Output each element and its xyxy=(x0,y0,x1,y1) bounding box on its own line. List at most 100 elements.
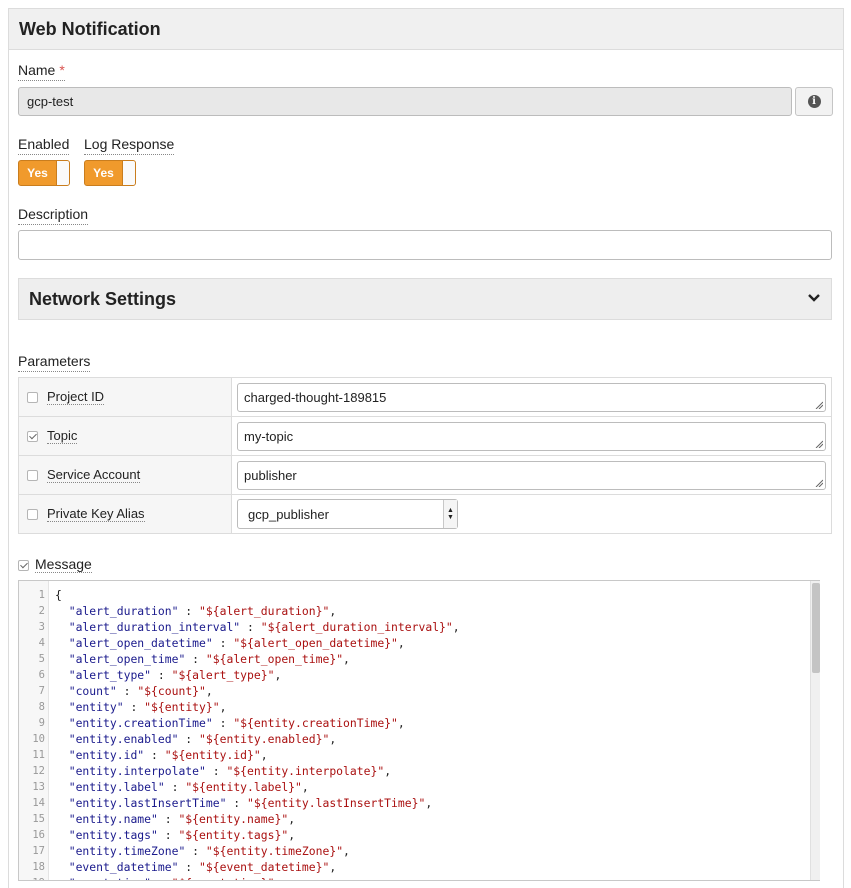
line-number: 7 xyxy=(38,685,45,697)
name-label: Name * xyxy=(18,62,65,81)
resize-grip-icon[interactable] xyxy=(815,440,823,448)
code-line: 12 "entity.interpolate" : "${entity.inte… xyxy=(19,763,807,779)
name-field[interactable]: gcp-test xyxy=(18,87,792,116)
line-number: 11 xyxy=(32,749,45,761)
param-value-cell: publisher xyxy=(231,455,832,495)
project-id-label: Project ID xyxy=(47,389,105,405)
code-text: "alert_duration" : "${alert_duration}", xyxy=(68,604,337,618)
message-code-editor[interactable]: 1{2 "alert_duration" : "${alert_duration… xyxy=(18,580,820,881)
json-key: "entity.id" xyxy=(68,748,145,762)
description-field[interactable] xyxy=(18,230,832,260)
service-account-checkbox[interactable] xyxy=(27,469,38,481)
json-key: "alert_duration" xyxy=(68,604,179,618)
json-value: "${entity.enabled}" xyxy=(199,732,330,746)
line-number: 15 xyxy=(32,813,45,825)
scrollbar-thumb[interactable] xyxy=(812,583,820,673)
enabled-toggle-label: Yes xyxy=(27,166,48,180)
param-value-cell: charged-thought-189815 xyxy=(231,377,832,417)
json-key: "entity.creationTime" xyxy=(68,716,213,730)
code-line: 2 "alert_duration" : "${alert_duration}"… xyxy=(19,603,807,619)
param-name-cell: Private Key Alias xyxy=(18,494,232,534)
parameters-label: Parameters xyxy=(18,353,91,372)
code-line: 17 "entity.timeZone" : "${entity.timeZon… xyxy=(19,843,807,859)
log-response-toggle-label: Yes xyxy=(93,166,114,180)
code-text: { xyxy=(55,588,62,602)
param-name-cell: Project ID xyxy=(18,377,232,417)
code-text: "entity.timeZone" : "${entity.timeZone}"… xyxy=(68,844,350,858)
json-value: "${alert_duration}" xyxy=(199,604,330,618)
json-value: "${event_datetime}" xyxy=(199,860,330,874)
table-row: Private Key Alias gcp_publisher ▲ ▼ xyxy=(18,494,832,534)
enabled-toggle[interactable]: Yes xyxy=(18,160,70,186)
json-value: "${event_time}" xyxy=(172,876,275,880)
private-key-alias-select[interactable]: gcp_publisher ▲ ▼ xyxy=(237,499,458,529)
json-key: "entity.tags" xyxy=(68,828,158,842)
json-key: "entity.lastInsertTime" xyxy=(68,796,227,810)
json-value: "${entity.lastInsertTime}" xyxy=(247,796,426,810)
code-line: 11 "entity.id" : "${entity.id}", xyxy=(19,747,807,763)
private-key-alias-checkbox[interactable] xyxy=(27,508,38,520)
json-key: "entity" xyxy=(68,700,124,714)
line-number: 8 xyxy=(38,701,45,713)
description-label: Description xyxy=(18,206,89,225)
code-lines: 1{2 "alert_duration" : "${alert_duration… xyxy=(19,587,807,880)
code-text: "event_datetime" : "${event_datetime}", xyxy=(68,860,337,874)
json-value: "${entity.name}" xyxy=(178,812,289,826)
json-key: "count" xyxy=(68,684,117,698)
line-number: 14 xyxy=(32,797,45,809)
code-text: "entity.id" : "${entity.id}", xyxy=(68,748,268,762)
json-value: "${count}" xyxy=(137,684,206,698)
code-line: 7 "count" : "${count}", xyxy=(19,683,807,699)
enabled-label: Enabled xyxy=(18,136,70,155)
code-line: 8 "entity" : "${entity}", xyxy=(19,699,807,715)
json-key: "entity.label" xyxy=(68,780,165,794)
json-key: "event_datetime" xyxy=(68,860,179,874)
code-line: 14 "entity.lastInsertTime" : "${entity.l… xyxy=(19,795,807,811)
json-value: "${alert_duration_interval}" xyxy=(260,620,453,634)
project-id-input[interactable]: charged-thought-189815 xyxy=(237,382,826,412)
log-response-label: Log Response xyxy=(84,136,175,155)
info-icon: i xyxy=(807,95,821,108)
resize-grip-icon[interactable] xyxy=(815,401,823,409)
topic-input[interactable]: my-topic xyxy=(237,421,826,451)
json-value: "${entity.timeZone}" xyxy=(205,844,344,858)
network-settings-section[interactable]: Network Settings xyxy=(18,278,832,320)
parameters-table: Project ID charged-thought-189815 Topic … xyxy=(18,377,832,534)
network-settings-title: Network Settings xyxy=(29,288,177,309)
service-account-input[interactable]: publisher xyxy=(237,460,826,490)
code-line: 4 "alert_open_datetime" : "${alert_open_… xyxy=(19,635,807,651)
resize-grip-icon[interactable] xyxy=(815,479,823,487)
info-button[interactable]: i xyxy=(795,87,833,116)
log-response-toggle[interactable]: Yes xyxy=(84,160,136,186)
json-value: "${alert_open_time}" xyxy=(205,652,344,666)
code-line: 1{ xyxy=(19,587,807,603)
table-row: Service Account publisher xyxy=(18,455,832,495)
topic-checkbox[interactable] xyxy=(27,430,38,442)
line-number: 17 xyxy=(32,845,45,857)
code-text: "entity" : "${entity}", xyxy=(68,700,227,714)
line-number: 6 xyxy=(38,669,45,681)
editor-scrollbar[interactable] xyxy=(810,581,820,880)
code-text: "entity.name" : "${entity.name}", xyxy=(68,812,296,826)
code-text: "count" : "${count}", xyxy=(68,684,213,698)
code-text: "entity.interpolate" : "${entity.interpo… xyxy=(68,764,392,778)
code-text: "entity.label" : "${entity.label}", xyxy=(68,780,309,794)
code-line: 18 "event_datetime" : "${event_datetime}… xyxy=(19,859,807,875)
code-line: 16 "entity.tags" : "${entity.tags}", xyxy=(19,827,807,843)
code-line: 6 "alert_type" : "${alert_type}", xyxy=(19,667,807,683)
line-number: 5 xyxy=(38,653,45,665)
json-key: "alert_open_time" xyxy=(68,652,186,666)
code-text: "alert_open_datetime" : "${alert_open_da… xyxy=(68,636,405,650)
code-text: "alert_open_time" : "${alert_open_time}"… xyxy=(68,652,350,666)
panel-title: Web Notification xyxy=(9,9,843,50)
topic-value: my-topic xyxy=(244,428,294,444)
code-text: "entity.enabled" : "${entity.enabled}", xyxy=(68,732,337,746)
line-number: 9 xyxy=(38,717,45,729)
project-id-checkbox[interactable] xyxy=(27,391,38,403)
json-value: "${entity.label}" xyxy=(185,780,302,794)
line-number: 3 xyxy=(38,621,45,633)
message-checkbox[interactable] xyxy=(18,559,29,571)
service-account-label: Service Account xyxy=(47,467,141,483)
json-value: "${entity.tags}" xyxy=(178,828,289,842)
param-name-cell: Topic xyxy=(18,416,232,456)
